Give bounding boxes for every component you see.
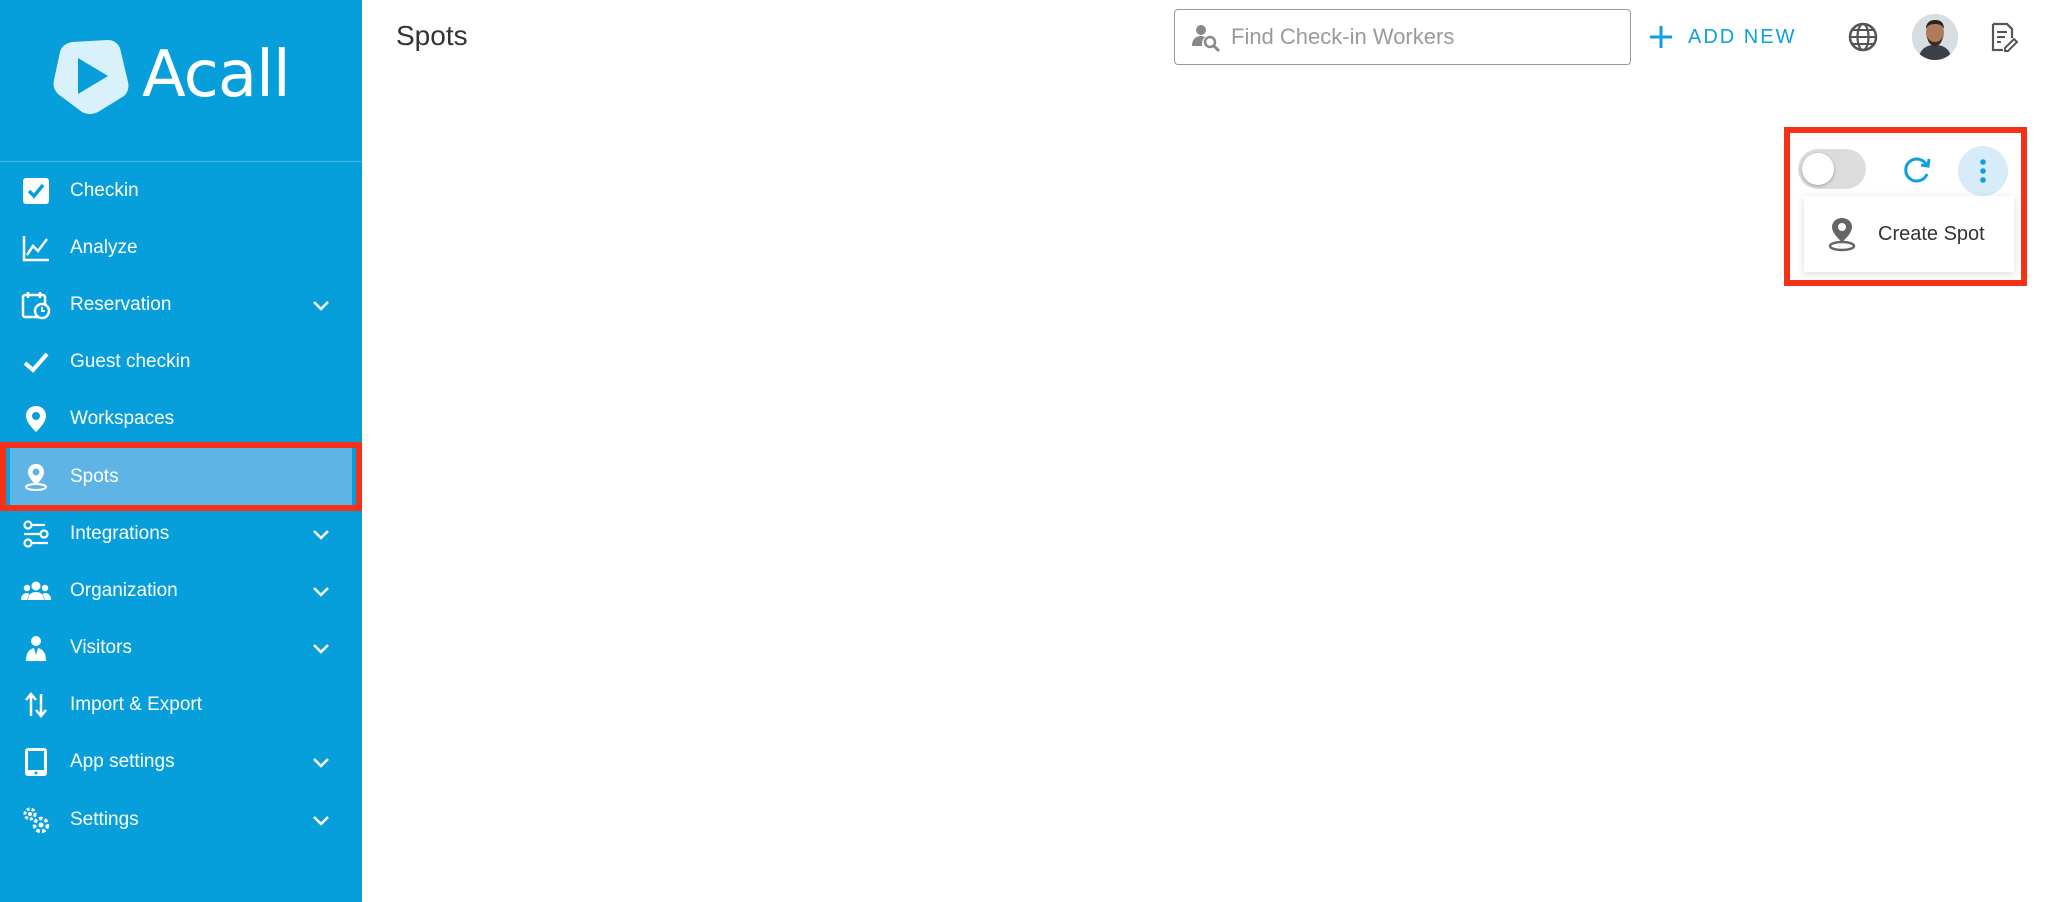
sidebar-nav: Checkin Analyze Reservation Guest checki… <box>0 162 362 848</box>
sidebar-item-label: Integrations <box>70 522 170 544</box>
refresh-icon[interactable] <box>1900 153 1934 187</box>
import-export-icon <box>20 689 52 721</box>
sidebar-item-label: Workspaces <box>70 408 175 430</box>
gears-icon <box>20 804 52 836</box>
chevron-down-icon[interactable] <box>310 580 332 602</box>
acall-logo-icon <box>53 40 129 114</box>
add-new-label: ADD NEW <box>1688 25 1797 48</box>
chevron-down-icon[interactable] <box>310 809 332 831</box>
sidebar-item-label: Import & Export <box>70 694 202 716</box>
page-title: Spots <box>396 20 468 51</box>
add-new-button[interactable]: ADD NEW <box>1648 18 1796 56</box>
sidebar-item-label: Visitors <box>70 637 132 659</box>
sidebar-item-label: Spots <box>70 465 119 487</box>
sidebar-item-analyze[interactable]: Analyze <box>0 219 362 276</box>
checkbox-icon <box>20 175 52 207</box>
line-chart-icon <box>20 232 52 264</box>
sidebar-item-settings[interactable]: Settings <box>0 791 362 848</box>
spot-pin-icon <box>1828 218 1856 252</box>
integrations-icon <box>20 518 52 550</box>
calendar-clock-icon <box>20 289 52 321</box>
search-input[interactable] <box>1231 24 1621 50</box>
logo[interactable]: Acall <box>0 0 362 162</box>
tablet-icon <box>20 746 52 778</box>
create-spot-label: Create Spot <box>1878 222 1985 245</box>
location-pin-icon <box>20 403 52 435</box>
search-box[interactable] <box>1174 9 1631 65</box>
toggle-knob <box>1802 153 1834 185</box>
sidebar-item-reservation[interactable]: Reservation <box>0 276 362 333</box>
visitor-icon <box>20 632 52 664</box>
avatar[interactable] <box>1912 14 1958 60</box>
sidebar-item-label: App settings <box>70 751 175 773</box>
sidebar-item-guest-checkin[interactable]: Guest checkin <box>0 334 362 391</box>
people-icon <box>20 575 52 607</box>
spot-pin-icon <box>20 461 52 493</box>
logo-text: Acall <box>142 38 291 112</box>
chevron-down-icon[interactable] <box>310 751 332 773</box>
sidebar: Acall Checkin Analyze Reservation Guest … <box>0 0 362 902</box>
sidebar-item-integrations[interactable]: Integrations <box>0 505 362 562</box>
sidebar-item-app-settings[interactable]: App settings <box>0 734 362 791</box>
sidebar-item-label: Analyze <box>70 236 138 258</box>
sidebar-item-label: Settings <box>70 808 139 830</box>
more-options-button[interactable] <box>1958 146 2008 196</box>
notes-edit-icon[interactable] <box>1986 20 2020 54</box>
sidebar-item-label: Reservation <box>70 293 172 315</box>
view-toggle[interactable] <box>1798 149 1866 189</box>
create-spot-menu-item[interactable]: Create Spot <box>1804 196 2014 272</box>
more-vertical-icon <box>1980 159 1986 183</box>
chevron-down-icon[interactable] <box>310 523 332 545</box>
plus-icon <box>1650 26 1672 48</box>
sidebar-item-import-export[interactable]: Import & Export <box>0 677 362 734</box>
sidebar-item-organization[interactable]: Organization <box>0 562 362 619</box>
sidebar-item-workspaces[interactable]: Workspaces <box>0 391 362 448</box>
person-search-icon <box>1192 25 1221 52</box>
globe-icon[interactable] <box>1846 20 1880 54</box>
sidebar-item-label: Organization <box>70 579 178 601</box>
sidebar-item-checkin[interactable]: Checkin <box>0 162 362 219</box>
sidebar-item-visitors[interactable]: Visitors <box>0 620 362 677</box>
chevron-down-icon[interactable] <box>310 294 332 316</box>
sidebar-item-spots[interactable]: Spots <box>0 441 362 512</box>
chevron-down-icon[interactable] <box>310 637 332 659</box>
sidebar-item-label: Guest checkin <box>70 351 191 373</box>
checkmark-icon <box>20 346 52 378</box>
sidebar-item-label: Checkin <box>70 179 139 201</box>
